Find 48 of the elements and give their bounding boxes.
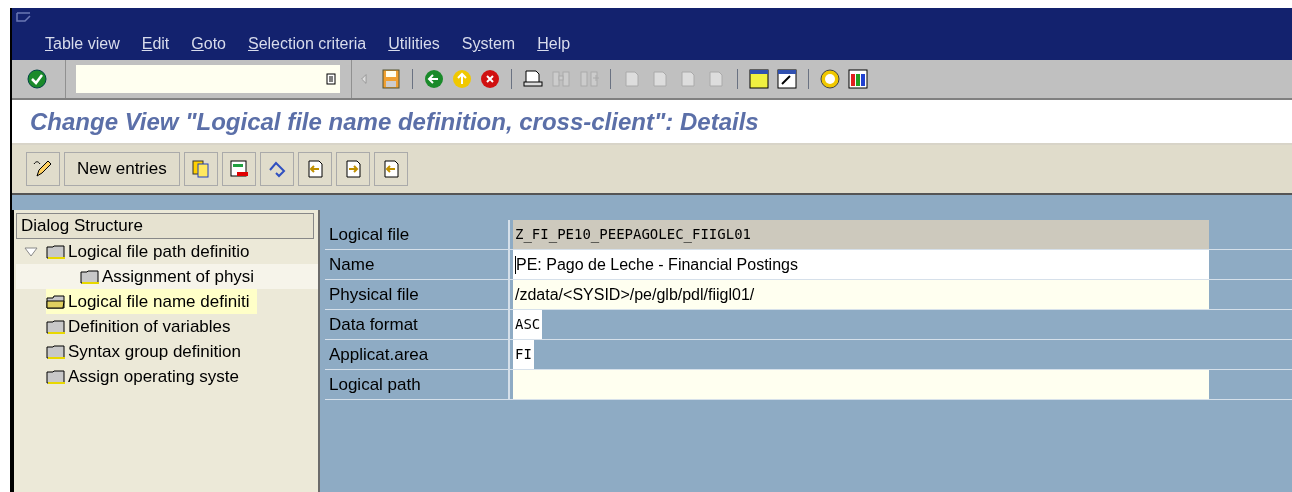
print-icon[interactable] [522,68,544,90]
tree-item[interactable]: Definition of variables [46,314,239,339]
input-field[interactable]: PE: Pago de Leche - Financial Postings [513,250,1209,279]
menu-item[interactable]: Selection criteria [248,32,367,56]
new-entries-button[interactable]: New entries [64,152,180,186]
open-folder-icon [46,293,66,310]
input-field[interactable] [513,370,1209,399]
save-icon[interactable] [380,68,402,90]
input-field[interactable]: FI [513,340,534,369]
menu-item[interactable]: System [461,32,516,56]
field-label: Physical file [325,280,510,309]
layout-icon[interactable] [847,68,869,90]
input-field[interactable]: ASC [513,310,543,339]
expand-arrow-icon[interactable] [24,245,38,258]
window-icon[interactable] [776,68,798,90]
input-field[interactable]: Z_FI_PE10_PEEPAGOLEC_FIIGL01 [513,220,1209,249]
field-label: Applicat.area [325,340,510,369]
panel-header: Dialog Structure [16,213,314,239]
window-menu-icon[interactable] [16,12,32,24]
field-label: Logical path [325,370,510,399]
tree-item[interactable]: Logical file path definitio [46,239,258,264]
menu-item[interactable]: Table view [45,32,120,56]
tree-item[interactable]: Syntax group definition [46,339,249,364]
copy-icon[interactable] [189,158,212,180]
window-icon[interactable] [748,68,770,90]
back-icon[interactable] [423,68,445,90]
command-field[interactable] [76,65,340,93]
input-field[interactable]: /zdata/<SYSID>/pe/glb/pdl/fiigl01/ [513,280,1209,309]
field-label: Name [325,250,510,279]
cancel-icon[interactable] [479,68,501,90]
menu-item[interactable]: Help [537,32,571,56]
folder-icon [46,368,66,385]
delete-icon[interactable] [227,158,250,180]
enter-check-icon[interactable] [26,68,48,90]
folder-icon [80,268,100,285]
field-label: Logical file [325,220,510,249]
folder-icon [46,318,66,335]
tree-item[interactable]: Assign operating syste [46,364,248,389]
menu-item[interactable]: Utilities [388,32,440,56]
dropdown-icon[interactable] [326,73,336,85]
folder-icon [46,243,66,260]
pencil-icon[interactable] [32,158,54,180]
folder-icon [46,343,66,360]
screen-title: Change View "Logical file name definition, cross-client": Details [30,106,759,137]
menu-item[interactable]: Edit [141,32,170,56]
field-label: Data format [325,310,510,339]
menu-item[interactable]: Goto [191,32,226,56]
tree-item[interactable]: Logical file name definiti [46,289,258,314]
